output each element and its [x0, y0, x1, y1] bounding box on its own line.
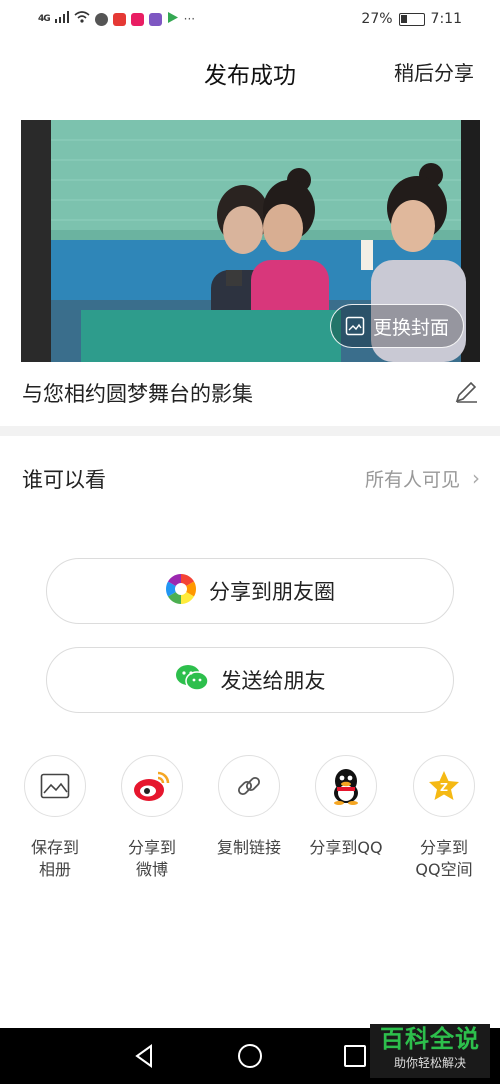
signal-indicator: 4G — [38, 14, 51, 24]
clock: 7:11 — [430, 11, 462, 27]
recent-apps-icon[interactable] — [344, 1045, 366, 1067]
visibility-label: 谁可以看 — [22, 468, 106, 492]
link-icon — [218, 755, 280, 817]
share-to-qq-option[interactable]: 分享到QQ — [298, 755, 394, 859]
qzone-icon: Z — [413, 755, 475, 817]
share-option-label: 分享到 — [127, 838, 176, 857]
home-icon[interactable] — [238, 1044, 262, 1068]
share-option-label: QQ空间 — [415, 860, 473, 879]
signal-bars-icon — [54, 11, 69, 27]
save-to-album-option[interactable]: 保存到 相册 — [7, 755, 103, 881]
header: 发布成功 稍后分享 — [0, 40, 500, 100]
send-to-friend-button[interactable]: 发送给朋友 — [46, 647, 454, 713]
share-to-qzone-option[interactable]: Z 分享到 QQ空间 — [396, 755, 492, 881]
share-option-label: 微博 — [135, 860, 168, 879]
copy-link-option[interactable]: 复制链接 — [201, 755, 297, 859]
share-option-label: 保存到 — [30, 838, 79, 857]
section-divider — [0, 426, 500, 436]
image-icon — [345, 316, 365, 336]
more-notifications-icon: ··· — [183, 12, 196, 26]
album-cover-image[interactable]: 更换封面 — [21, 120, 480, 362]
status-right: 27% 7:11 — [361, 11, 462, 27]
qq-icon — [315, 755, 377, 817]
share-to-moments-button[interactable]: 分享到朋友圈 — [46, 558, 454, 624]
watermark-sub-text: 助你轻松解决 — [393, 1056, 466, 1070]
watermark-main-text: 百科全说 — [380, 1025, 480, 1053]
svg-text:Z: Z — [440, 781, 448, 794]
wechat-icon — [175, 664, 209, 697]
image-icon — [24, 755, 86, 817]
app-notification-icon — [112, 12, 126, 26]
share-option-label: 相册 — [38, 860, 71, 879]
send-to-friend-label: 发送给朋友 — [220, 669, 326, 693]
app-notification-icon — [130, 12, 144, 26]
change-cover-label: 更换封面 — [372, 316, 449, 339]
change-cover-button[interactable]: 更换封面 — [329, 304, 464, 348]
wifi-icon — [74, 11, 90, 27]
back-icon[interactable] — [134, 1044, 154, 1072]
battery-percent: 27% — [361, 11, 393, 27]
share-later-button[interactable]: 稍后分享 — [394, 57, 474, 86]
edit-pencil-icon[interactable] — [452, 378, 480, 406]
play-store-icon — [167, 11, 179, 28]
moments-icon — [165, 573, 197, 610]
visibility-value: 所有人可见 — [364, 469, 460, 491]
status-bar: 4G ··· 27% 7:11 — [0, 0, 500, 38]
share-options-row: 保存到 相册 分享到 微博 复制链接 分享到QQ Z 分享到 QQ空间 — [0, 755, 500, 895]
share-option-label: 复制链接 — [216, 838, 281, 857]
album-title: 与您相约圆梦舞台的影集 — [22, 382, 253, 406]
share-to-weibo-option[interactable]: 分享到 微博 — [104, 755, 200, 881]
share-option-label: 分享到 — [419, 838, 468, 857]
share-option-label: 分享到QQ — [309, 838, 383, 857]
status-left: 4G ··· — [38, 11, 195, 28]
visibility-setting-row[interactable]: 谁可以看 所有人可见 › — [0, 436, 500, 516]
share-to-moments-label: 分享到朋友圈 — [209, 580, 335, 604]
chevron-right-icon: › — [472, 466, 480, 490]
app-notification-icon — [94, 12, 108, 26]
battery-icon — [398, 12, 425, 26]
watermark-logo: 百科全说 助你轻松解决 — [370, 1024, 490, 1078]
weibo-icon — [121, 755, 183, 817]
app-notification-icon — [148, 12, 162, 26]
